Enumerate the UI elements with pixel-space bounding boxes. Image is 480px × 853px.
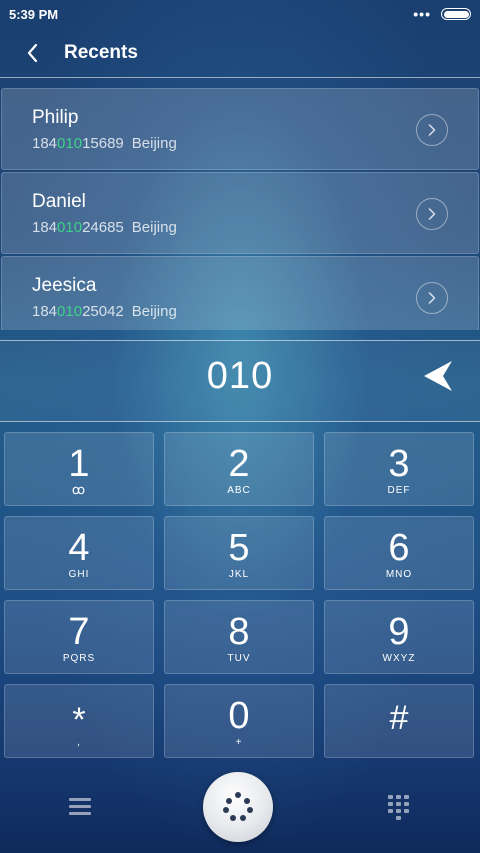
key-5[interactable]: 5 JKL (164, 516, 314, 590)
header: Recents (0, 28, 480, 78)
key-digit: 7 (68, 611, 90, 653)
menu-button[interactable] (64, 794, 96, 820)
keypad-toggle-button[interactable] (386, 794, 412, 822)
key-letters: + (235, 737, 243, 748)
chevron-right-icon (428, 124, 436, 136)
key-digit: 6 (388, 527, 410, 569)
list-item[interactable]: Philip 18401015689 Beijing (1, 88, 479, 170)
battery-icon (441, 8, 471, 20)
more-dots: ••• (413, 6, 431, 22)
contact-number: 18401015689 Beijing (32, 135, 177, 152)
details-button[interactable] (416, 282, 448, 314)
dial-display: 010 (0, 340, 480, 422)
key-digit: # (389, 699, 409, 737)
back-button[interactable] (26, 41, 50, 65)
number-prefix: 184 (32, 135, 58, 152)
number-suffix: 24685 (82, 219, 124, 236)
recents-list: Philip 18401015689 Beijing Daniel 1840102… (0, 88, 480, 330)
key-digit: * (72, 701, 86, 739)
key-letters: DEF (387, 485, 411, 496)
status-indicators: ••• (413, 6, 471, 22)
key-letters: TUV (227, 653, 251, 664)
key-star[interactable]: * , (4, 684, 154, 758)
contact-number: 18401024685 Beijing (32, 219, 177, 236)
key-digit: 8 (228, 611, 250, 653)
status-time: 5:39 PM (9, 6, 59, 22)
key-hash[interactable]: # (324, 684, 474, 758)
dialpad-grid-icon (388, 795, 409, 820)
key-7[interactable]: 7 PQRS (4, 600, 154, 674)
number-prefix: 184 (32, 219, 58, 236)
contact-name: Philip (32, 107, 79, 128)
voicemail-icon: ꝏ (71, 482, 87, 497)
key-letters: WXYZ (382, 653, 416, 664)
number-match: 010 (57, 135, 83, 152)
chevron-right-icon (428, 208, 436, 220)
key-9[interactable]: 9 WXYZ (324, 600, 474, 674)
dialed-number: 010 (206, 355, 274, 397)
key-letters: ABC (227, 485, 251, 496)
contact-city: Beijing (131, 135, 177, 152)
chevron-right-icon (428, 292, 436, 304)
menu-icon (64, 798, 96, 815)
contact-city: Beijing (131, 219, 177, 236)
contact-number: 18401025042 Beijing (32, 303, 177, 320)
page-title: Recents (64, 41, 138, 63)
number-match: 010 (57, 219, 83, 236)
status-bar: 5:39 PM ••• (0, 0, 480, 28)
key-letters: JKL (228, 569, 250, 580)
backspace-arrow-icon (424, 361, 452, 391)
dialpad-dots-icon (223, 792, 253, 821)
number-match: 010 (57, 303, 83, 320)
chevron-left-icon (27, 43, 38, 62)
key-digit: 1 (68, 443, 90, 485)
key-6[interactable]: 6 MNO (324, 516, 474, 590)
key-letters: GHI (68, 569, 90, 580)
key-digit: 3 (388, 443, 410, 485)
key-digit: 4 (68, 527, 90, 569)
key-digit: 2 (228, 443, 250, 485)
list-item[interactable]: Jeesica 18401025042 Beijing (1, 256, 479, 330)
contact-city: Beijing (131, 303, 177, 320)
key-4[interactable]: 4 GHI (4, 516, 154, 590)
key-0[interactable]: 0 + (164, 684, 314, 758)
call-button[interactable] (203, 772, 273, 842)
key-digit: 9 (388, 611, 410, 653)
list-item[interactable]: Daniel 18401024685 Beijing (1, 172, 479, 254)
key-2[interactable]: 2 ABC (164, 432, 314, 506)
key-letters: MNO (385, 569, 413, 580)
contact-name: Daniel (32, 191, 86, 212)
key-3[interactable]: 3 DEF (324, 432, 474, 506)
number-prefix: 184 (32, 303, 58, 320)
contact-name: Jeesica (32, 275, 97, 296)
key-digit: 0 (228, 695, 250, 737)
key-letters: , (77, 737, 81, 748)
key-8[interactable]: 8 TUV (164, 600, 314, 674)
backspace-button[interactable] (420, 359, 456, 395)
details-button[interactable] (416, 198, 448, 230)
number-suffix: 25042 (82, 303, 124, 320)
key-1[interactable]: 1 ꝏ (4, 432, 154, 506)
details-button[interactable] (416, 114, 448, 146)
number-suffix: 15689 (82, 135, 124, 152)
key-digit: 5 (228, 527, 250, 569)
key-letters: PQRS (62, 653, 96, 664)
